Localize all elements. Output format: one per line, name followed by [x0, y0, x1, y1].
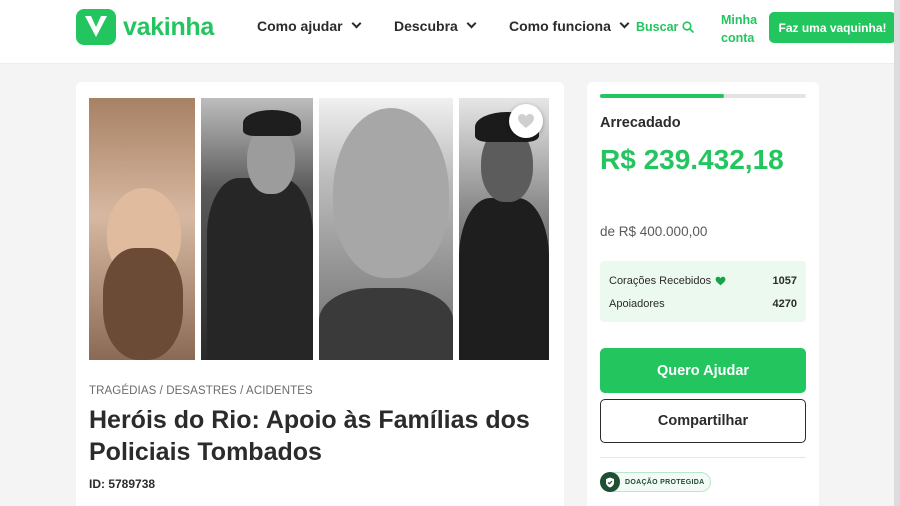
campaign-photo-2	[201, 98, 313, 360]
donate-button[interactable]: Quero Ajudar	[600, 348, 806, 393]
shield-icon	[600, 472, 620, 492]
campaign-id: ID: 5789738	[89, 477, 156, 491]
logo-mark-icon	[76, 9, 116, 45]
photo-uniform	[459, 198, 549, 360]
nav-como-funciona[interactable]: Como funciona	[509, 18, 630, 34]
hearts-row: Corações Recebidos 1057	[609, 275, 797, 287]
heart-icon	[715, 276, 726, 286]
campaign-photo-collage	[89, 98, 551, 360]
photo-uniform	[207, 178, 313, 360]
account-line-2: conta	[721, 31, 755, 45]
site-header: vakinha Como ajudar Descubra Como funcio…	[0, 0, 900, 64]
account-link[interactable]: Minha conta	[721, 11, 757, 47]
supporters-count: 4270	[772, 298, 797, 310]
page-scrollbar[interactable]	[894, 0, 900, 506]
photo-shirt	[319, 288, 453, 360]
stats-box: Corações Recebidos 1057 Apoiadores 4270	[600, 261, 806, 322]
campaign-photo-3	[319, 98, 453, 360]
nav-label: Descubra	[394, 18, 458, 34]
photo-beard	[103, 248, 183, 360]
nav-como-ajudar[interactable]: Como ajudar	[257, 18, 362, 34]
raised-amount: R$ 239.432,18	[600, 144, 784, 175]
raised-label: Arrecadado	[600, 115, 681, 131]
campaign-category[interactable]: TRAGÉDIAS / DESASTRES / ACIDENTES	[89, 385, 313, 397]
hearts-count: 1057	[772, 275, 797, 287]
heart-icon	[518, 114, 534, 128]
supporters-row: Apoiadores 4270	[609, 298, 797, 310]
hearts-label-wrap: Corações Recebidos	[609, 275, 726, 287]
account-line-1: Minha	[721, 13, 758, 27]
chevron-down-icon	[466, 18, 477, 29]
nav-descubra[interactable]: Descubra	[394, 18, 477, 34]
search-icon	[682, 21, 695, 33]
protected-donation-badge[interactable]: DOAÇÃO PROTEGIDA	[600, 472, 712, 492]
chevron-down-icon	[351, 18, 362, 29]
vakinha-logo[interactable]: vakinha	[76, 9, 214, 45]
nav-label: Como funciona	[509, 18, 611, 34]
campaign-photo-1	[89, 98, 195, 360]
create-campaign-button[interactable]: Faz uma vaquinha!	[769, 12, 896, 43]
photo-face	[333, 108, 449, 278]
nav-label: Como ajudar	[257, 18, 343, 34]
protected-badge-label: DOAÇÃO PROTEGIDA	[625, 478, 705, 486]
supporters-label: Apoiadores	[609, 298, 665, 310]
hearts-label: Corações Recebidos	[609, 275, 712, 287]
share-button[interactable]: Compartilhar	[600, 399, 806, 443]
favorite-button[interactable]	[509, 104, 543, 138]
donation-card: Arrecadado R$ 239.432,18 de R$ 400.000,0…	[587, 82, 819, 506]
logo-text: vakinha	[123, 12, 215, 41]
donation-progress-fill	[600, 94, 724, 98]
divider	[600, 457, 806, 458]
goal-amount: de R$ 400.000,00	[600, 224, 708, 239]
search-label: Buscar	[636, 20, 679, 34]
donation-progress-bar	[600, 94, 806, 98]
search-link[interactable]: Buscar	[636, 20, 695, 34]
campaign-title: Heróis do Rio: Apoio às Famílias dos Pol…	[89, 406, 530, 466]
campaign-card: TRAGÉDIAS / DESASTRES / ACIDENTES Heróis…	[76, 82, 564, 506]
chevron-down-icon	[619, 18, 630, 29]
campaign-photo-4	[459, 98, 549, 360]
photo-beret	[243, 110, 301, 136]
